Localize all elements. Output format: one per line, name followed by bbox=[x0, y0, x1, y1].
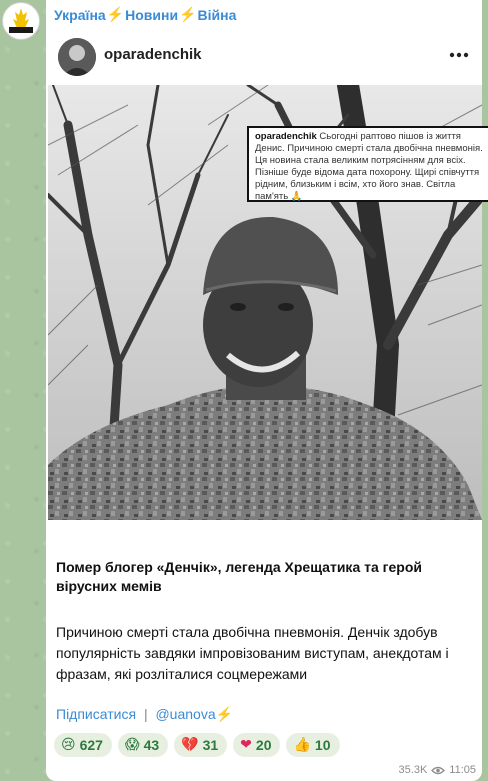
post-body: Причиною смерті стала двобічна пневмонія… bbox=[56, 624, 449, 682]
reaction-crying[interactable]: 😢 627 bbox=[54, 733, 112, 757]
post-title: Помер блогер «Денчік», легенда Хрещатика… bbox=[56, 559, 422, 594]
reaction-count: 20 bbox=[255, 737, 272, 753]
channel-name-part-3: Війна bbox=[197, 6, 237, 23]
message-meta: 35.3K 11:05 bbox=[399, 764, 476, 776]
reaction-thumbs-up[interactable]: 👍 10 bbox=[286, 733, 340, 757]
reaction-heart[interactable]: ❤ 20 bbox=[233, 733, 281, 757]
user-avatar bbox=[58, 38, 96, 76]
post-links: Підписатися | @uanova⚡ bbox=[56, 706, 233, 723]
reaction-count: 43 bbox=[143, 737, 160, 753]
screaming-face-icon: 😱 bbox=[124, 737, 140, 753]
subscribe-link[interactable]: Підписатися bbox=[56, 706, 136, 722]
view-count: 35.3K bbox=[398, 764, 428, 776]
reaction-count: 627 bbox=[79, 737, 103, 753]
caption-username: oparadenchik bbox=[255, 131, 317, 142]
thumbs-up-icon: 👍 bbox=[293, 737, 311, 753]
reaction-broken-heart[interactable]: 💔 31 bbox=[174, 733, 228, 757]
channel-handle-link[interactable]: @uanova⚡ bbox=[155, 706, 233, 722]
reaction-count: 10 bbox=[314, 737, 331, 753]
instagram-caption-overlay: oparadenchik Сьогодні раптово пішов із ж… bbox=[247, 126, 488, 202]
instagram-post-header: oparadenchik bbox=[46, 36, 482, 80]
lightning-icon: ⚡ bbox=[106, 6, 125, 22]
channel-logo-icon bbox=[4, 4, 38, 38]
reaction-screaming[interactable]: 😱 43 bbox=[117, 733, 169, 757]
post-username: oparadenchik bbox=[104, 46, 202, 63]
broken-heart-icon: 💔 bbox=[181, 737, 199, 753]
link-separator: | bbox=[143, 706, 148, 722]
channel-name[interactable]: Україна ⚡ Новини ⚡ Війна bbox=[54, 6, 236, 23]
channel-name-part-2: Новини bbox=[125, 6, 179, 23]
heart-icon: ❤ bbox=[240, 737, 252, 753]
lightning-icon: ⚡ bbox=[179, 6, 197, 22]
reaction-count: 31 bbox=[202, 737, 219, 753]
eye-icon bbox=[431, 766, 446, 774]
reactions-bar: 😢 627 😱 43 💔 31 ❤ 20 👍 10 bbox=[54, 733, 340, 757]
channel-avatar[interactable] bbox=[2, 2, 40, 40]
more-options-icon[interactable] bbox=[446, 42, 472, 68]
message-bubble: Україна ⚡ Новини ⚡ Війна oparadenchik op… bbox=[46, 0, 488, 781]
crying-face-icon: 😢 bbox=[61, 737, 76, 753]
channel-name-part-1: Україна bbox=[54, 6, 106, 23]
message-time: 11:05 bbox=[449, 764, 476, 776]
